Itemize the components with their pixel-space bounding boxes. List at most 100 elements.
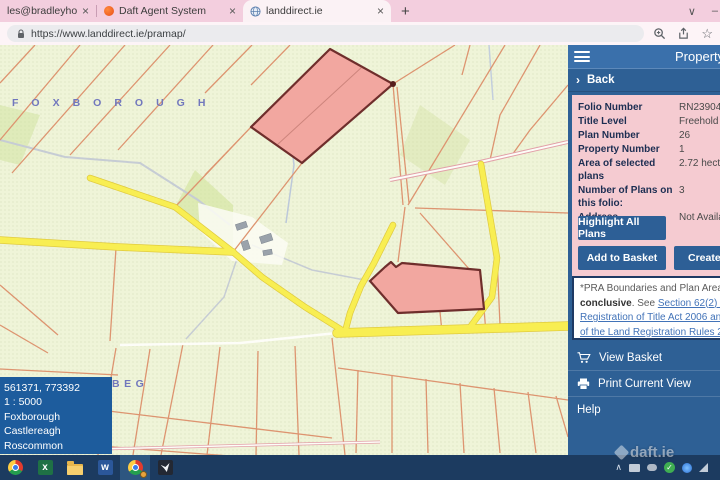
townland-label-beg: BEG <box>112 378 148 390</box>
property-sidebar: Property › Back Folio Number RN23904 Tit… <box>568 45 720 455</box>
excel-icon: x <box>38 460 53 475</box>
taskbar-app-dark[interactable] <box>150 455 180 480</box>
detail-label: Number of Plans on this folio: <box>578 184 679 210</box>
detail-row: Title Level Freehold <box>578 115 720 128</box>
windows-taskbar: x w ∧ ✓ <box>0 455 720 480</box>
browser-tab-strip: les@bradleyhomes.ie × Daft Agent System … <box>0 0 720 22</box>
tab-landdirect-active[interactable]: landdirect.ie × <box>243 0 391 22</box>
taskbar-chrome[interactable] <box>0 455 30 480</box>
word-icon: w <box>98 460 113 475</box>
detail-label: Title Level <box>578 115 679 128</box>
basket-cart-icon <box>577 352 591 364</box>
hamburger-menu-icon[interactable] <box>574 51 590 62</box>
disclaimer-text: . See <box>632 298 658 309</box>
browser-toolbar: https://www.landdirect.ie/pramap/ ☆ <box>0 22 720 45</box>
taskbar-chrome-active[interactable] <box>120 455 150 480</box>
help-menu-item[interactable]: Help <box>568 397 720 422</box>
zoom-icon[interactable] <box>653 27 666 40</box>
menu-label: View Basket <box>599 352 662 364</box>
detail-value: 3 <box>679 184 685 210</box>
taskbar-file-explorer[interactable] <box>60 455 90 480</box>
tab-title: les@bradleyhomes.ie <box>7 5 77 17</box>
info-townland: Foxborough <box>4 410 112 424</box>
network-icon[interactable] <box>699 463 708 472</box>
disclaimer-text: *PRA Boundaries and Plan Area <box>580 283 720 294</box>
tray-expand-chevron[interactable]: ∧ <box>615 462 622 473</box>
disclaimer-bold: conclusive <box>580 298 632 309</box>
boundary-junction <box>390 81 396 87</box>
back-label: Back <box>587 74 615 86</box>
tab-close-icon[interactable]: × <box>82 5 89 17</box>
tab-daft-agent-system[interactable]: Daft Agent System × <box>97 0 243 22</box>
sidebar-title: Property <box>675 49 720 64</box>
detail-label: Property Number <box>578 143 679 156</box>
section-62-link[interactable]: Section 62(2) of <box>658 298 720 309</box>
sidebar-menu: View Basket Print Current View Help <box>568 345 720 422</box>
pra-disclaimer-panel: *PRA Boundaries and Plan Area are not co… <box>572 276 720 340</box>
bluetooth-icon[interactable] <box>682 463 692 473</box>
tab-close-icon[interactable]: × <box>377 5 384 17</box>
minimize-button[interactable]: – <box>712 5 718 17</box>
device-icon[interactable] <box>629 464 640 472</box>
lock-icon <box>17 29 25 39</box>
view-basket-menu-item[interactable]: View Basket <box>568 345 720 371</box>
globe-favicon <box>250 6 261 17</box>
detail-row: Area of selected plans 2.72 hectares <box>578 157 720 183</box>
detail-row: Plan Number 26 <box>578 129 720 142</box>
detail-row: Property Number 1 <box>578 143 720 156</box>
detail-label: Area of selected plans <box>578 157 679 183</box>
detail-value: Freehold <box>679 115 718 128</box>
taskbar-excel[interactable]: x <box>30 455 60 480</box>
taskbar-word[interactable]: w <box>90 455 120 480</box>
antivirus-shield-icon[interactable]: ✓ <box>664 462 675 473</box>
chevron-right-icon: › <box>576 73 580 87</box>
info-coordinates: 561371, 773392 <box>4 381 112 395</box>
url-text: https://www.landdirect.ie/pramap/ <box>31 28 186 40</box>
bookmark-star-icon[interactable]: ☆ <box>701 27 713 40</box>
new-tab-button[interactable]: + <box>401 3 410 20</box>
info-barony: Castlereagh <box>4 424 112 438</box>
detail-row: Number of Plans on this folio: 3 <box>578 184 720 210</box>
watermark-text: daft.ie <box>630 444 674 461</box>
detail-row: Folio Number RN23904 <box>578 101 720 114</box>
add-to-basket-button[interactable]: Add to Basket <box>578 246 666 270</box>
detail-value: Not Available <box>679 211 720 224</box>
daft-watermark: daft.ie <box>616 444 674 461</box>
daft-gem-icon <box>614 445 630 461</box>
back-button[interactable]: › Back <box>568 69 720 92</box>
townland-label-foxborough: FOXBOROUGH <box>12 97 218 109</box>
bird-app-icon <box>158 460 173 475</box>
detail-label: Folio Number <box>578 101 679 114</box>
chrome-icon <box>8 460 23 475</box>
system-tray: ∧ ✓ <box>615 462 720 473</box>
tab-search-chevron-icon[interactable]: ∨ <box>688 5 696 18</box>
folio-details-panel: Folio Number RN23904 Title Level Freehol… <box>572 95 720 276</box>
info-scale: 1 : 5000 <box>4 395 112 409</box>
registration-act-link[interactable]: Registration of Title Act 2006 and <box>580 312 720 323</box>
url-input[interactable]: https://www.landdirect.ie/pramap/ <box>7 25 644 42</box>
highlight-all-plans-button[interactable]: Highlight All Plans <box>578 216 666 240</box>
print-current-view-menu-item[interactable]: Print Current View <box>568 371 720 397</box>
menu-label: Print Current View <box>598 378 691 390</box>
cloud-icon[interactable] <box>647 464 657 471</box>
detail-value: 26 <box>679 129 690 142</box>
printer-icon <box>577 378 590 390</box>
tab-title: landdirect.ie <box>266 5 372 17</box>
detail-value: 2.72 hectares <box>679 157 720 183</box>
create-button[interactable]: Create <box>674 246 720 270</box>
lock-badge-icon <box>140 471 147 478</box>
tab-bradleyhomes[interactable]: les@bradleyhomes.ie × <box>0 0 96 22</box>
tab-title: Daft Agent System <box>119 5 224 17</box>
land-registration-rules-link[interactable]: of the Land Registration Rules 2012 <box>580 327 720 338</box>
detail-label: Plan Number <box>578 129 679 142</box>
map-info-box: 561371, 773392 1 : 5000 Foxborough Castl… <box>0 377 112 454</box>
share-icon[interactable] <box>677 27 690 40</box>
menu-label: Help <box>577 404 601 416</box>
folder-icon <box>67 464 83 475</box>
detail-value: 1 <box>679 143 685 156</box>
tab-close-icon[interactable]: × <box>229 5 236 17</box>
sidebar-header: Property <box>568 45 720 69</box>
daft-favicon <box>104 6 114 16</box>
detail-value: RN23904 <box>679 101 720 114</box>
info-county: Roscommon <box>4 439 112 453</box>
